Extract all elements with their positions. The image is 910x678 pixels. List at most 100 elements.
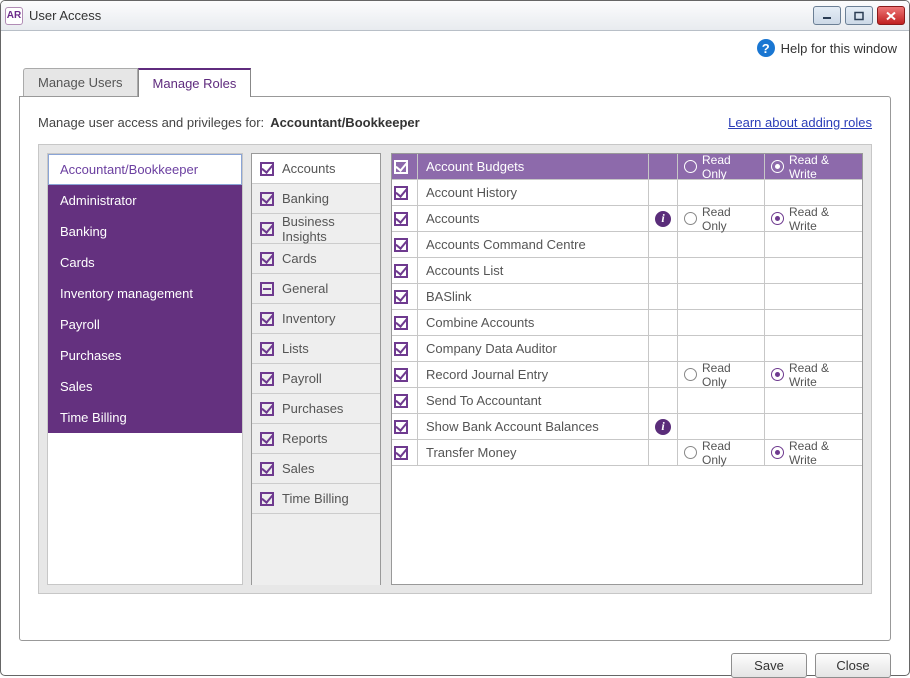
role-item[interactable]: Inventory management <box>48 278 242 309</box>
permission-checkbox[interactable] <box>394 316 408 330</box>
role-item[interactable]: Cards <box>48 247 242 278</box>
category-item[interactable]: Sales <box>252 454 380 484</box>
role-list: Accountant/BookkeeperAdministratorBankin… <box>47 153 243 585</box>
read-only-radio[interactable] <box>684 368 697 381</box>
category-label: Sales <box>282 461 315 476</box>
permission-name: Company Data Auditor <box>418 341 648 356</box>
permission-name: Transfer Money <box>418 445 648 460</box>
category-item[interactable]: Inventory <box>252 304 380 334</box>
category-checkbox[interactable] <box>260 222 274 236</box>
close-window-button[interactable] <box>877 6 905 25</box>
role-item[interactable]: Accountant/Bookkeeper <box>48 154 242 185</box>
category-checkbox[interactable] <box>260 162 274 176</box>
close-button[interactable]: Close <box>815 653 891 678</box>
category-label: Inventory <box>282 311 335 326</box>
category-item[interactable]: Banking <box>252 184 380 214</box>
category-checkbox[interactable] <box>260 432 274 446</box>
save-button[interactable]: Save <box>731 653 807 678</box>
category-label: Business Insights <box>282 214 372 244</box>
role-item[interactable]: Sales <box>48 371 242 402</box>
category-item[interactable]: Business Insights <box>252 214 380 244</box>
help-link[interactable]: Help for this window <box>781 41 897 56</box>
category-item[interactable]: Cards <box>252 244 380 274</box>
read-write-radio[interactable] <box>771 160 784 173</box>
category-checkbox[interactable] <box>260 462 274 476</box>
tab-panel: Manage user access and privileges for: A… <box>19 96 891 641</box>
category-checkbox[interactable] <box>260 342 274 356</box>
category-label: Lists <box>282 341 309 356</box>
permission-row: Send To Accountant <box>392 388 862 414</box>
window-title: User Access <box>29 8 101 23</box>
role-item[interactable]: Banking <box>48 216 242 247</box>
category-checkbox[interactable] <box>260 282 274 296</box>
permission-table: Account BudgetsRead OnlyRead & WriteAcco… <box>391 153 863 585</box>
permission-checkbox[interactable] <box>394 212 408 226</box>
permission-checkbox[interactable] <box>394 238 408 252</box>
permission-row: Combine Accounts <box>392 310 862 336</box>
category-item[interactable]: Accounts <box>252 154 380 184</box>
help-icon: ? <box>757 39 775 57</box>
permission-row: BASlink <box>392 284 862 310</box>
category-item[interactable]: Purchases <box>252 394 380 424</box>
permission-checkbox[interactable] <box>394 264 408 278</box>
permission-checkbox[interactable] <box>394 290 408 304</box>
category-label: Time Billing <box>282 491 349 506</box>
category-item[interactable]: Payroll <box>252 364 380 394</box>
permission-checkbox[interactable] <box>394 394 408 408</box>
permission-row: Record Journal EntryRead OnlyRead & Writ… <box>392 362 862 388</box>
category-checkbox[interactable] <box>260 192 274 206</box>
permission-row: AccountsiRead OnlyRead & Write <box>392 206 862 232</box>
permission-checkbox[interactable] <box>394 446 408 460</box>
permission-name: Accounts Command Centre <box>418 237 648 252</box>
app-icon: AR <box>5 7 23 25</box>
learn-about-roles-link[interactable]: Learn about adding roles <box>728 115 872 130</box>
info-icon[interactable]: i <box>655 211 671 227</box>
minimize-button[interactable] <box>813 6 841 25</box>
role-item[interactable]: Time Billing <box>48 402 242 433</box>
category-checkbox[interactable] <box>260 402 274 416</box>
category-label: Reports <box>282 431 328 446</box>
category-item[interactable]: Reports <box>252 424 380 454</box>
category-list: Accounts Banking Business Insights Cards Gen… <box>251 153 381 585</box>
read-only-radio[interactable] <box>684 212 697 225</box>
permission-checkbox[interactable] <box>394 342 408 356</box>
permission-name: Record Journal Entry <box>418 367 648 382</box>
maximize-button[interactable] <box>845 6 873 25</box>
read-only-radio-label: Read Only <box>702 153 758 181</box>
permission-row: Show Bank Account Balancesi <box>392 414 862 440</box>
permission-checkbox[interactable] <box>394 186 408 200</box>
permission-name: Accounts List <box>418 263 648 278</box>
category-label: Purchases <box>282 401 343 416</box>
heading-role-name: Accountant/Bookkeeper <box>270 115 420 130</box>
category-checkbox[interactable] <box>260 372 274 386</box>
read-write-radio-label: Read & Write <box>789 205 856 233</box>
read-only-radio[interactable] <box>684 446 697 459</box>
info-icon[interactable]: i <box>655 419 671 435</box>
category-label: Banking <box>282 191 329 206</box>
role-item[interactable]: Payroll <box>48 309 242 340</box>
read-write-radio-label: Read & Write <box>789 439 856 467</box>
category-item[interactable]: General <box>252 274 380 304</box>
permission-checkbox[interactable] <box>394 160 408 174</box>
category-item[interactable]: Lists <box>252 334 380 364</box>
category-checkbox[interactable] <box>260 492 274 506</box>
category-item[interactable]: Time Billing <box>252 484 380 514</box>
read-write-radio[interactable] <box>771 212 784 225</box>
permission-row: Account History <box>392 180 862 206</box>
category-label: Cards <box>282 251 317 266</box>
tab-manage-roles[interactable]: Manage Roles <box>138 68 252 97</box>
permission-checkbox[interactable] <box>394 368 408 382</box>
category-checkbox[interactable] <box>260 312 274 326</box>
read-only-radio[interactable] <box>684 160 697 173</box>
read-write-radio[interactable] <box>771 446 784 459</box>
read-write-radio[interactable] <box>771 368 784 381</box>
category-checkbox[interactable] <box>260 252 274 266</box>
permission-name: Send To Accountant <box>418 393 648 408</box>
role-item[interactable]: Administrator <box>48 185 242 216</box>
tab-manage-users[interactable]: Manage Users <box>23 68 138 96</box>
category-label: Accounts <box>282 161 335 176</box>
tabstrip: Manage UsersManage Roles <box>23 67 909 96</box>
role-item[interactable]: Purchases <box>48 340 242 371</box>
permission-name: BASlink <box>418 289 648 304</box>
permission-checkbox[interactable] <box>394 420 408 434</box>
